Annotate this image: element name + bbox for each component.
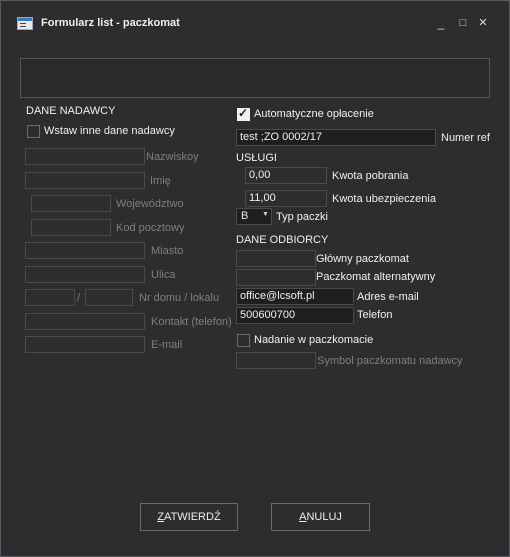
contact-phone-label: Kontakt (telefon) — [151, 316, 232, 328]
minimize-button[interactable]: _ — [433, 15, 449, 31]
voivodeship-input[interactable] — [31, 195, 111, 212]
postal-code-input[interactable] — [31, 219, 111, 236]
sender-email-label: E-mail — [151, 339, 183, 351]
cod-amount-input[interactable]: 0,00 — [245, 167, 327, 184]
alt-locker-label: Paczkomat alternatywny — [316, 271, 436, 283]
surname-input[interactable] — [25, 148, 145, 165]
chevron-down-icon: ▼ — [262, 211, 269, 218]
insurance-amount-input[interactable]: 11,00 — [245, 190, 327, 207]
reference-input[interactable]: test ;ZO 0002/17 — [236, 129, 436, 146]
house-number-label: Nr domu / lokalu — [139, 292, 220, 304]
street-input[interactable] — [25, 266, 145, 283]
reference-label: Numer ref — [441, 132, 490, 144]
title-bar: Formularz list - paczkomat _ □ ✕ — [1, 1, 509, 41]
services-heading: USŁUGI — [236, 152, 277, 164]
name-input[interactable] — [25, 172, 145, 189]
house-number-input[interactable] — [25, 289, 75, 306]
close-button[interactable]: ✕ — [475, 15, 491, 31]
sender-heading: DANE NADAWCY — [26, 105, 116, 117]
app-form-icon — [17, 17, 33, 30]
parcel-type-label: Typ paczki — [276, 211, 328, 223]
insurance-amount-label: Kwota ubezpieczenia — [332, 193, 436, 205]
street-label: Ulica — [151, 269, 176, 281]
window-title: Formularz list - paczkomat — [41, 17, 180, 29]
auto-payment-checkbox[interactable] — [237, 106, 250, 121]
recipient-email-label: Adres e-mail — [357, 291, 419, 303]
other-sender-checkbox[interactable] — [27, 125, 40, 138]
postal-code-label: Kod pocztowy — [116, 222, 185, 234]
cod-amount-label: Kwota pobrania — [332, 170, 409, 182]
city-input[interactable] — [25, 242, 145, 259]
parcel-type-value: B — [241, 210, 249, 222]
auto-payment-label: Automatyczne opłacenie — [254, 108, 374, 120]
confirm-button[interactable]: ZATWIERDŹ — [140, 503, 238, 531]
locker-dispatch-label: Nadanie w paczkomacie — [254, 334, 374, 346]
locker-dispatch-checkbox[interactable] — [237, 334, 250, 347]
sender-email-input[interactable] — [25, 336, 145, 353]
maximize-button[interactable]: □ — [455, 15, 471, 31]
number-separator: / — [77, 292, 81, 304]
city-label: Miasto — [151, 245, 184, 257]
main-locker-label: Główny paczkomat — [316, 253, 409, 265]
flat-number-input[interactable] — [85, 289, 133, 306]
contact-phone-input[interactable] — [25, 313, 145, 330]
dialog-window: Formularz list - paczkomat _ □ ✕ DANE NA… — [0, 0, 510, 557]
cancel-button[interactable]: ANULUJ — [271, 503, 370, 531]
alt-locker-input[interactable] — [236, 269, 316, 286]
name-label: Imię — [150, 175, 171, 187]
recipient-email-input[interactable]: office@lcsoft.pl — [236, 288, 354, 305]
notes-box[interactable] — [20, 58, 490, 98]
recipient-phone-input[interactable]: 500600700 — [236, 307, 354, 324]
sender-locker-symbol-label: Symbol paczkomatu nadawcy — [317, 355, 463, 367]
other-sender-label: Wstaw inne dane nadawcy — [44, 125, 175, 137]
voivodeship-label: Województwo — [116, 198, 184, 210]
recipient-phone-label: Telefon — [357, 309, 393, 321]
surname-label: Nazwiskoy — [146, 151, 199, 163]
recipient-heading: DANE ODBIORCY — [236, 234, 329, 246]
sender-locker-symbol-input[interactable] — [236, 352, 316, 369]
main-locker-input[interactable] — [236, 250, 316, 267]
parcel-type-select[interactable]: B ▼ — [236, 208, 272, 225]
